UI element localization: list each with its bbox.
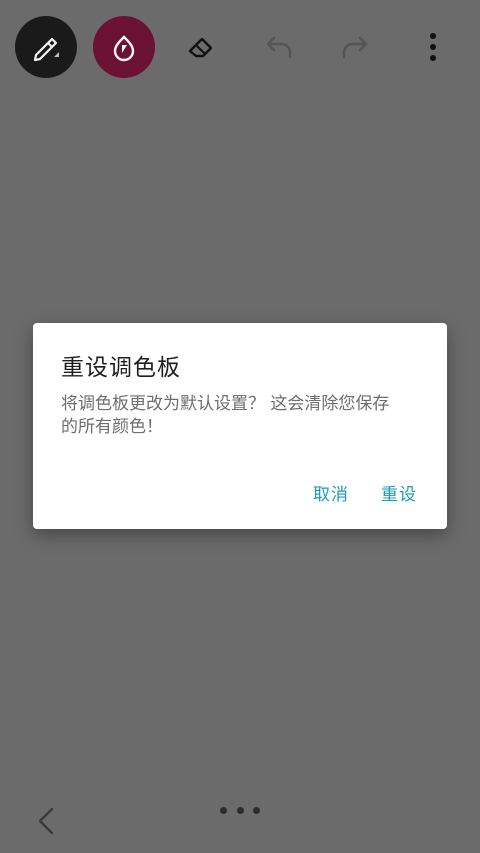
reset-palette-dialog: 重设调色板 将调色板更改为默认设置？ 这会清除您保存 的所有颜色！ 取消 重设 [33,323,447,529]
undo-icon [266,36,292,59]
dialog-message-line-1: 将调色板更改为默认设置？ 这会清除您保存 [61,394,390,414]
dot [220,806,227,814]
undo-button[interactable] [254,22,304,72]
pen-tool-button[interactable] [15,16,77,78]
redo-button[interactable] [330,22,380,72]
dialog-message: 将调色板更改为默认设置？ 这会清除您保存 的所有颜色！ [61,393,427,439]
dot [253,806,260,814]
redo-icon [342,36,368,59]
dot [236,806,244,814]
back-chevron-icon[interactable] [32,806,60,836]
cancel-button[interactable]: 取消 [313,480,349,505]
eraser-icon [188,37,213,58]
dialog-actions: 取消 重设 [313,480,417,505]
pen-icon [33,37,59,62]
top-toolbar [0,0,480,96]
dialog-title: 重设调色板 [61,355,181,381]
ink-drop-icon [113,35,135,62]
more-options-button[interactable] [408,22,458,72]
dialog-message-line-2: 的所有颜色！ [61,417,163,437]
three-dots-icon[interactable] [220,802,260,818]
more-vert-icon [430,33,436,61]
bottom-nav [0,780,480,853]
eraser-button[interactable] [176,22,226,72]
reset-button[interactable]: 重设 [381,480,417,505]
color-tool-button[interactable] [93,16,155,78]
